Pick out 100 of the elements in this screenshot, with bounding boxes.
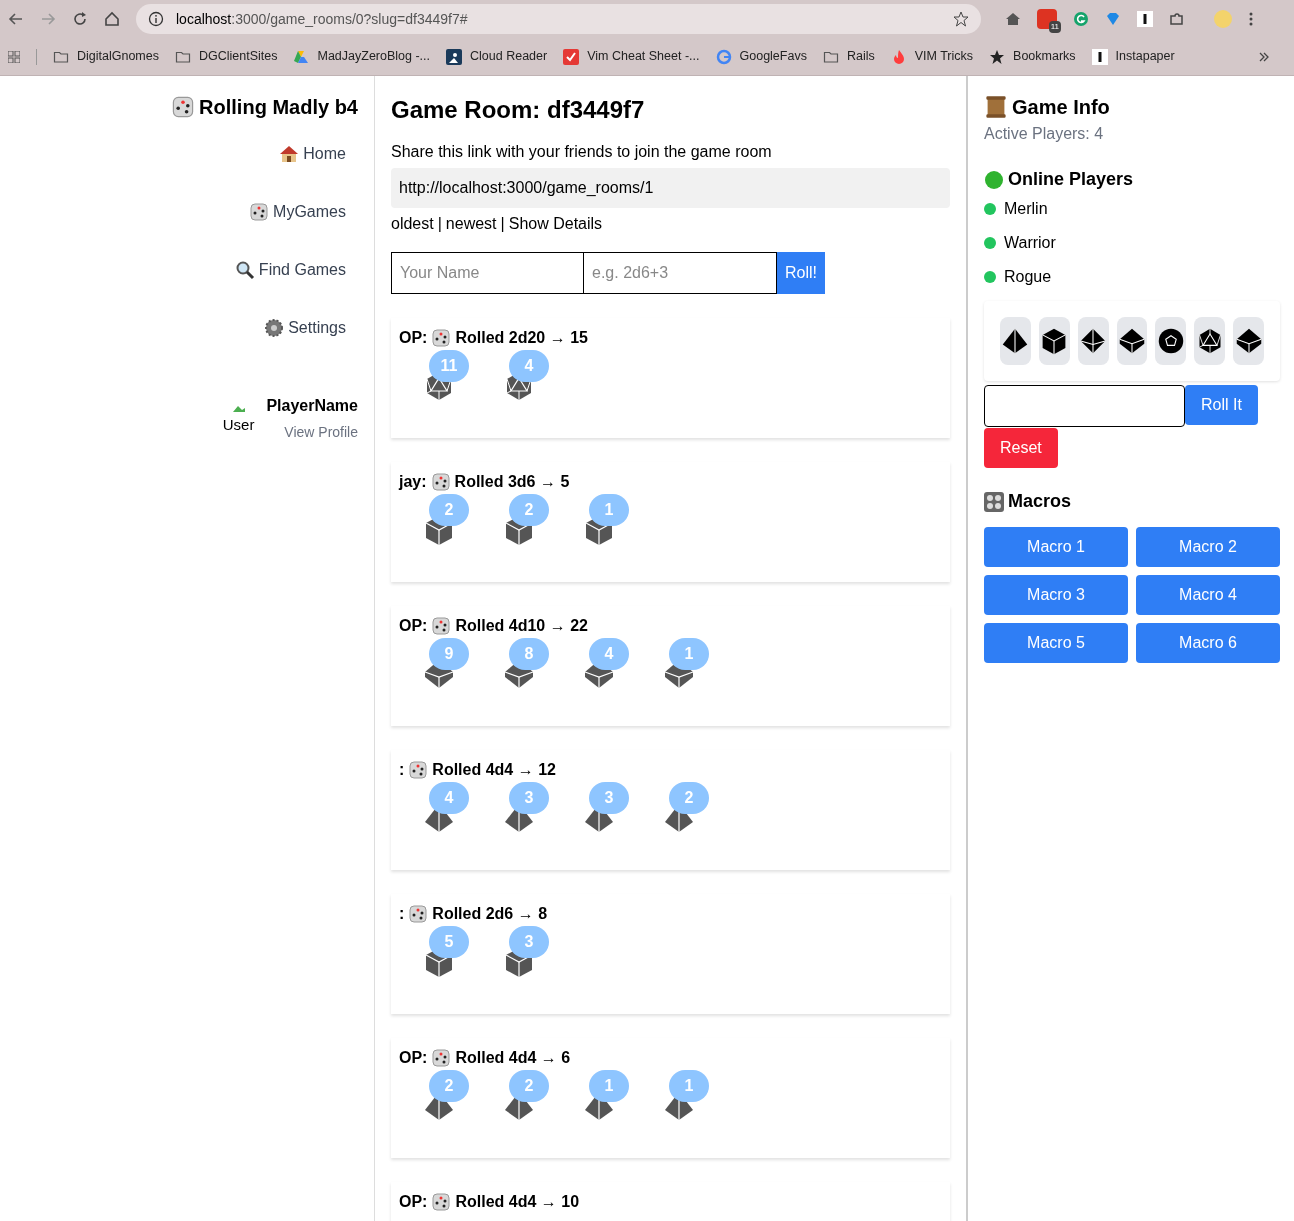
bookmark-link[interactable]: Bookmarks	[989, 47, 1076, 66]
sort-link[interactable]: newest	[445, 212, 497, 236]
extension-badge: 11	[1048, 21, 1061, 33]
die-value-badge: 5	[429, 926, 469, 958]
bookmark-link[interactable]: MadJayZeroBlog -...	[293, 47, 431, 66]
bookmark-link[interactable]: VIM Tricks	[890, 47, 974, 66]
avatar-image: User	[222, 394, 255, 437]
die-button[interactable]	[1077, 317, 1109, 365]
home-icon[interactable]	[104, 11, 120, 27]
dice-icon	[431, 1048, 452, 1068]
player-name: PlayerName	[266, 396, 358, 416]
die-value-badge: 2	[509, 494, 549, 526]
die-value-badge: 1	[589, 494, 629, 526]
dice-icon	[431, 1192, 452, 1212]
die-button[interactable]	[1155, 317, 1187, 365]
info-icon	[148, 11, 164, 27]
nav-link[interactable]: Home	[279, 142, 346, 166]
die-button[interactable]	[1116, 317, 1148, 365]
bookmark-link[interactable]: Vim Cheat Sheet -...	[563, 47, 700, 66]
reader-icon	[446, 48, 463, 65]
dice-icon	[249, 202, 270, 222]
puzzle-icon[interactable]	[1169, 11, 1185, 27]
die-button[interactable]	[1194, 317, 1226, 365]
dice-icon	[430, 472, 451, 492]
macro-button[interactable]: Macro 6	[1136, 623, 1280, 663]
dice-input[interactable]	[984, 385, 1185, 427]
die-icon	[1001, 327, 1030, 355]
menu-icon[interactable]	[1249, 11, 1253, 27]
sort-link[interactable]: oldest	[391, 212, 434, 236]
control-knobs-icon	[984, 491, 1004, 512]
bookmark-link[interactable]: GoogleFavs	[715, 47, 807, 66]
die-button[interactable]	[1233, 317, 1264, 365]
instapaper-icon[interactable]	[1137, 11, 1153, 27]
roll-button[interactable]: Roll!	[777, 252, 825, 294]
nav-link[interactable]: Find Games	[234, 258, 346, 282]
die-icon	[1118, 327, 1146, 355]
room-title: Game Room: df3449f7	[391, 95, 646, 125]
die-icon	[1234, 327, 1263, 355]
die-value-badge: 4	[429, 782, 469, 814]
die-icon	[1156, 327, 1185, 355]
view-profile-link[interactable]: View Profile	[284, 422, 358, 443]
online-dot-icon	[984, 169, 1004, 190]
macro-button[interactable]: Macro 4	[1136, 575, 1280, 615]
instapaper-icon	[1091, 48, 1108, 65]
dice-icon	[408, 904, 429, 924]
roll-result: Rolled 3d6 → 5	[454, 472, 570, 492]
macro-button[interactable]: Macro 2	[1136, 527, 1280, 567]
die-icon	[1079, 327, 1108, 355]
share-link-field[interactable]: http://localhost:3000/game_rooms/1	[391, 168, 950, 208]
die-icon	[1040, 327, 1069, 355]
dice-icon	[431, 328, 452, 348]
search-icon	[234, 260, 255, 280]
nav-link[interactable]: Settings	[264, 316, 346, 340]
back-icon[interactable]	[8, 11, 24, 27]
die-value-badge: 2	[669, 782, 709, 814]
roll-player: :	[399, 760, 405, 780]
die-value-badge: 8	[509, 638, 549, 670]
die-value-badge: 2	[429, 1070, 469, 1102]
more-bookmarks-icon[interactable]	[1258, 50, 1270, 63]
die-button[interactable]	[1000, 317, 1031, 365]
address-bar[interactable]: localhost:3000/game_rooms/0?slug=df3449f7#	[136, 4, 981, 34]
roll-result: Rolled 2d20 → 15	[455, 328, 588, 348]
roll-result: Rolled 4d4 → 12	[432, 760, 556, 780]
macro-button[interactable]: Macro 1	[984, 527, 1128, 567]
roll-result: Rolled 4d4 → 10	[455, 1192, 580, 1212]
roll-player: jay:	[399, 472, 427, 492]
active-players: Active Players: 4	[984, 124, 1105, 144]
url-text: localhost:3000/game_rooms/0?slug=df3449f7#	[176, 9, 469, 29]
roll-input[interactable]: e.g. 2d6+3	[584, 252, 777, 294]
game-info-title: Game Info	[1012, 95, 1110, 120]
reset-button[interactable]: Reset	[984, 428, 1058, 468]
bookmark-link[interactable]: Instapaper	[1091, 47, 1175, 66]
bookmark-star-icon[interactable]	[953, 11, 969, 27]
grammar-icon[interactable]	[1073, 11, 1089, 27]
house-icon[interactable]	[1005, 11, 1021, 27]
sort-link[interactable]: Show Details	[508, 212, 603, 236]
macro-button[interactable]: Macro 3	[984, 575, 1128, 615]
bookmark-link[interactable]: Rails	[822, 47, 875, 66]
roll-player: OP:	[399, 616, 428, 636]
settings-icon	[264, 318, 285, 338]
nav-link[interactable]: MyGames	[249, 200, 346, 224]
reload-icon[interactable]	[72, 11, 88, 27]
bookmark-link[interactable]: DGClientSites	[175, 47, 278, 66]
bookmark-link[interactable]: Cloud Reader	[446, 47, 548, 66]
macro-button[interactable]: Macro 5	[984, 623, 1128, 663]
apps-grid-icon[interactable]	[8, 50, 20, 63]
share-text: Share this link with your friends to join the game room	[391, 142, 773, 162]
die-value-badge: 4	[589, 638, 629, 670]
bookmark-link[interactable]: DigitalGnomes	[53, 47, 159, 66]
roll-result: Rolled 4d10 → 22	[455, 616, 588, 636]
die-button[interactable]	[1038, 317, 1070, 365]
online-players-title: Online Players	[1008, 168, 1134, 191]
star-icon	[989, 48, 1006, 65]
roll-it-button[interactable]: Roll It	[1185, 385, 1258, 425]
die-value-badge: 1	[669, 638, 709, 670]
player-name: Warrior	[1004, 233, 1056, 253]
name-input[interactable]: Your Name	[391, 252, 584, 294]
player-name: Merlin	[1004, 199, 1048, 219]
player-name: Rogue	[1004, 267, 1052, 287]
dice-icon	[171, 95, 196, 119]
